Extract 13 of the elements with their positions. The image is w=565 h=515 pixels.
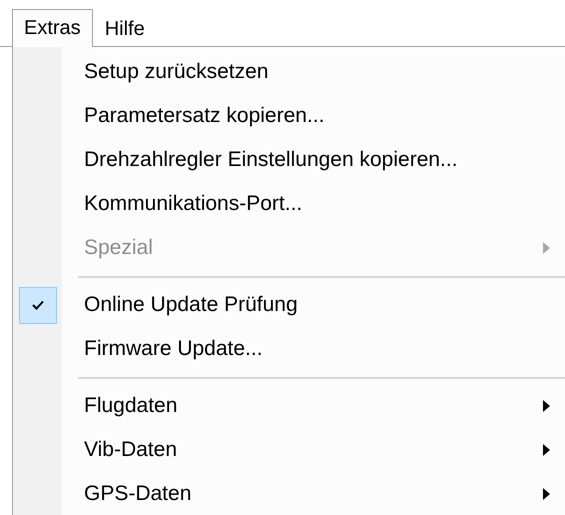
menu-item[interactable]: Setup zurücksetzen	[84, 60, 565, 84]
menu-item[interactable]: GPS-Daten	[84, 482, 543, 506]
menu-item[interactable]: Parametersatz kopieren...	[84, 104, 565, 128]
menu-item[interactable]: Firmware Update...	[84, 337, 565, 361]
menu-bar-item[interactable]: Extras	[12, 9, 93, 47]
menu-item[interactable]: Vib-Daten	[84, 438, 543, 462]
menu-item[interactable]: Drehzahlregler Einstellungen kopieren...	[84, 148, 565, 172]
menu-bar-item[interactable]: Hilfe	[92, 10, 157, 47]
menu-item[interactable]: Kommunikations-Port...	[84, 192, 565, 216]
menu-item[interactable]: Online Update Prüfung	[84, 293, 565, 317]
checkbox[interactable]	[18, 286, 56, 324]
check-icon	[32, 300, 44, 310]
menu-item[interactable]: Flugdaten	[84, 394, 543, 418]
